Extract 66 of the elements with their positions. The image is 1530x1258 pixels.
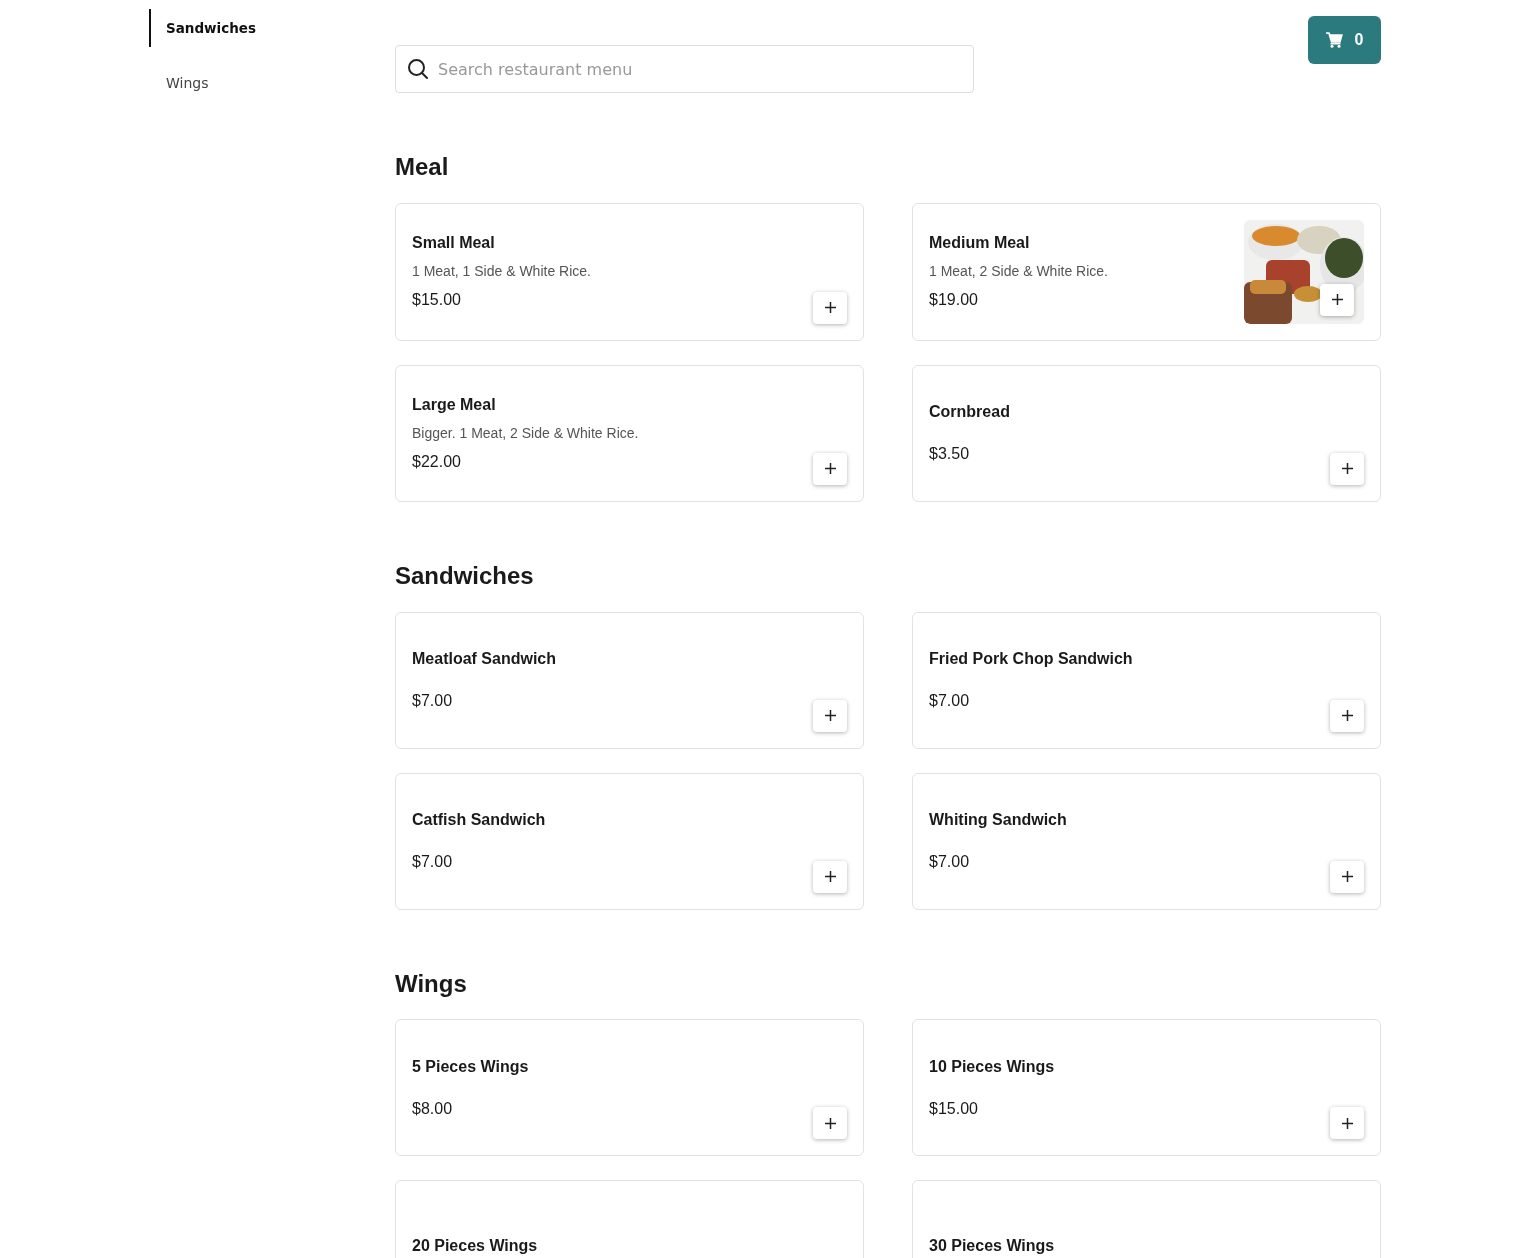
item-price: $3.50 <box>929 444 970 465</box>
add-button[interactable] <box>1330 860 1364 893</box>
item-price: $7.00 <box>412 691 453 712</box>
item-price: $7.00 <box>929 852 970 873</box>
item-name: 30 Pieces Wings <box>929 1235 1055 1256</box>
plus-icon <box>1341 463 1353 475</box>
add-button[interactable] <box>813 452 847 485</box>
sidebar-item[interactable]: Sandwiches <box>149 9 271 48</box>
cart-button[interactable]: 0 <box>1308 16 1381 64</box>
menu-item-card[interactable]: Fried Pork Chop Sandwich $7.00 <box>912 611 1381 749</box>
section-heading: Sandwiches <box>395 561 535 591</box>
item-description: 1 Meat, 2 Side & White Rice. <box>929 262 1108 282</box>
menu-item-card[interactable]: Catfish Sandwich $7.00 <box>395 772 864 910</box>
plus-icon <box>1341 710 1353 722</box>
section-heading: Wings <box>395 969 468 999</box>
item-name: Large Meal <box>412 394 496 415</box>
menu-item-card[interactable]: Cornbread $3.50 <box>912 364 1381 502</box>
item-price: $22.00 <box>412 451 461 472</box>
item-name: Catfish Sandwich <box>412 810 546 831</box>
plus-icon <box>824 302 836 314</box>
add-button[interactable] <box>813 699 847 732</box>
add-button[interactable] <box>1330 452 1364 485</box>
menu-item-card[interactable]: Large Meal Bigger. 1 Meat, 2 Side & White Rice. $22.00 <box>395 364 864 502</box>
menu-item-card[interactable]: 10 Pieces Wings $15.00 <box>912 1019 1381 1157</box>
item-name: 20 Pieces Wings <box>412 1235 538 1256</box>
menu-item-card[interactable]: 5 Pieces Wings $8.00 <box>395 1019 864 1157</box>
item-price: $8.00 <box>412 1098 453 1119</box>
sidebar-item[interactable]: Wings <box>149 64 224 104</box>
plus-icon <box>824 710 836 722</box>
menu-item-card[interactable]: 20 Pieces Wings <box>395 1180 864 1258</box>
item-name: Meatloaf Sandwich <box>412 649 557 670</box>
item-name: 5 Pieces Wings <box>412 1056 529 1077</box>
item-price: $7.00 <box>412 852 453 873</box>
item-name: Whiting Sandwich <box>929 810 1067 831</box>
item-name: Fried Pork Chop Sandwich <box>929 649 1133 670</box>
menu-item-card[interactable]: Medium Meal 1 Meat, 2 Side & White Rice. $19.00 <box>912 202 1381 341</box>
plus-icon <box>1341 871 1353 883</box>
menu-item-card[interactable]: Meatloaf Sandwich $7.00 <box>395 611 864 749</box>
plus-icon <box>1341 1117 1353 1129</box>
item-description: 1 Meat, 1 Side & White Rice. <box>412 262 591 282</box>
item-price: $15.00 <box>412 290 461 311</box>
item-price: $19.00 <box>929 290 978 311</box>
cart-icon <box>1325 32 1343 48</box>
plus-icon <box>824 871 836 883</box>
add-button[interactable] <box>1330 699 1364 732</box>
add-button[interactable] <box>1320 283 1354 316</box>
item-price: $7.00 <box>929 691 970 712</box>
item-name: Small Meal <box>412 233 495 254</box>
item-price: $15.00 <box>929 1098 978 1119</box>
section-heading: Meal <box>395 153 450 182</box>
add-button[interactable] <box>813 291 847 324</box>
menu-item-card[interactable]: 30 Pieces Wings <box>912 1180 1381 1258</box>
add-button[interactable] <box>813 860 847 893</box>
item-name: Cornbread <box>929 402 1010 423</box>
plus-icon <box>1331 294 1343 306</box>
menu-item-card[interactable]: Small Meal 1 Meat, 1 Side & White Rice. $15.00 <box>395 202 864 341</box>
menu-item-card[interactable]: Whiting Sandwich $7.00 <box>912 772 1381 910</box>
search-field[interactable]: Search restaurant menu <box>395 45 974 93</box>
add-button[interactable] <box>813 1107 847 1140</box>
item-name: 10 Pieces Wings <box>929 1056 1055 1077</box>
add-button[interactable] <box>1330 1107 1364 1140</box>
plus-icon <box>824 463 836 475</box>
item-name: Medium Meal <box>929 233 1030 254</box>
item-description: Bigger. 1 Meat, 2 Side & White Rice. <box>412 423 639 443</box>
plus-icon <box>824 1117 836 1129</box>
search-icon <box>407 58 429 80</box>
